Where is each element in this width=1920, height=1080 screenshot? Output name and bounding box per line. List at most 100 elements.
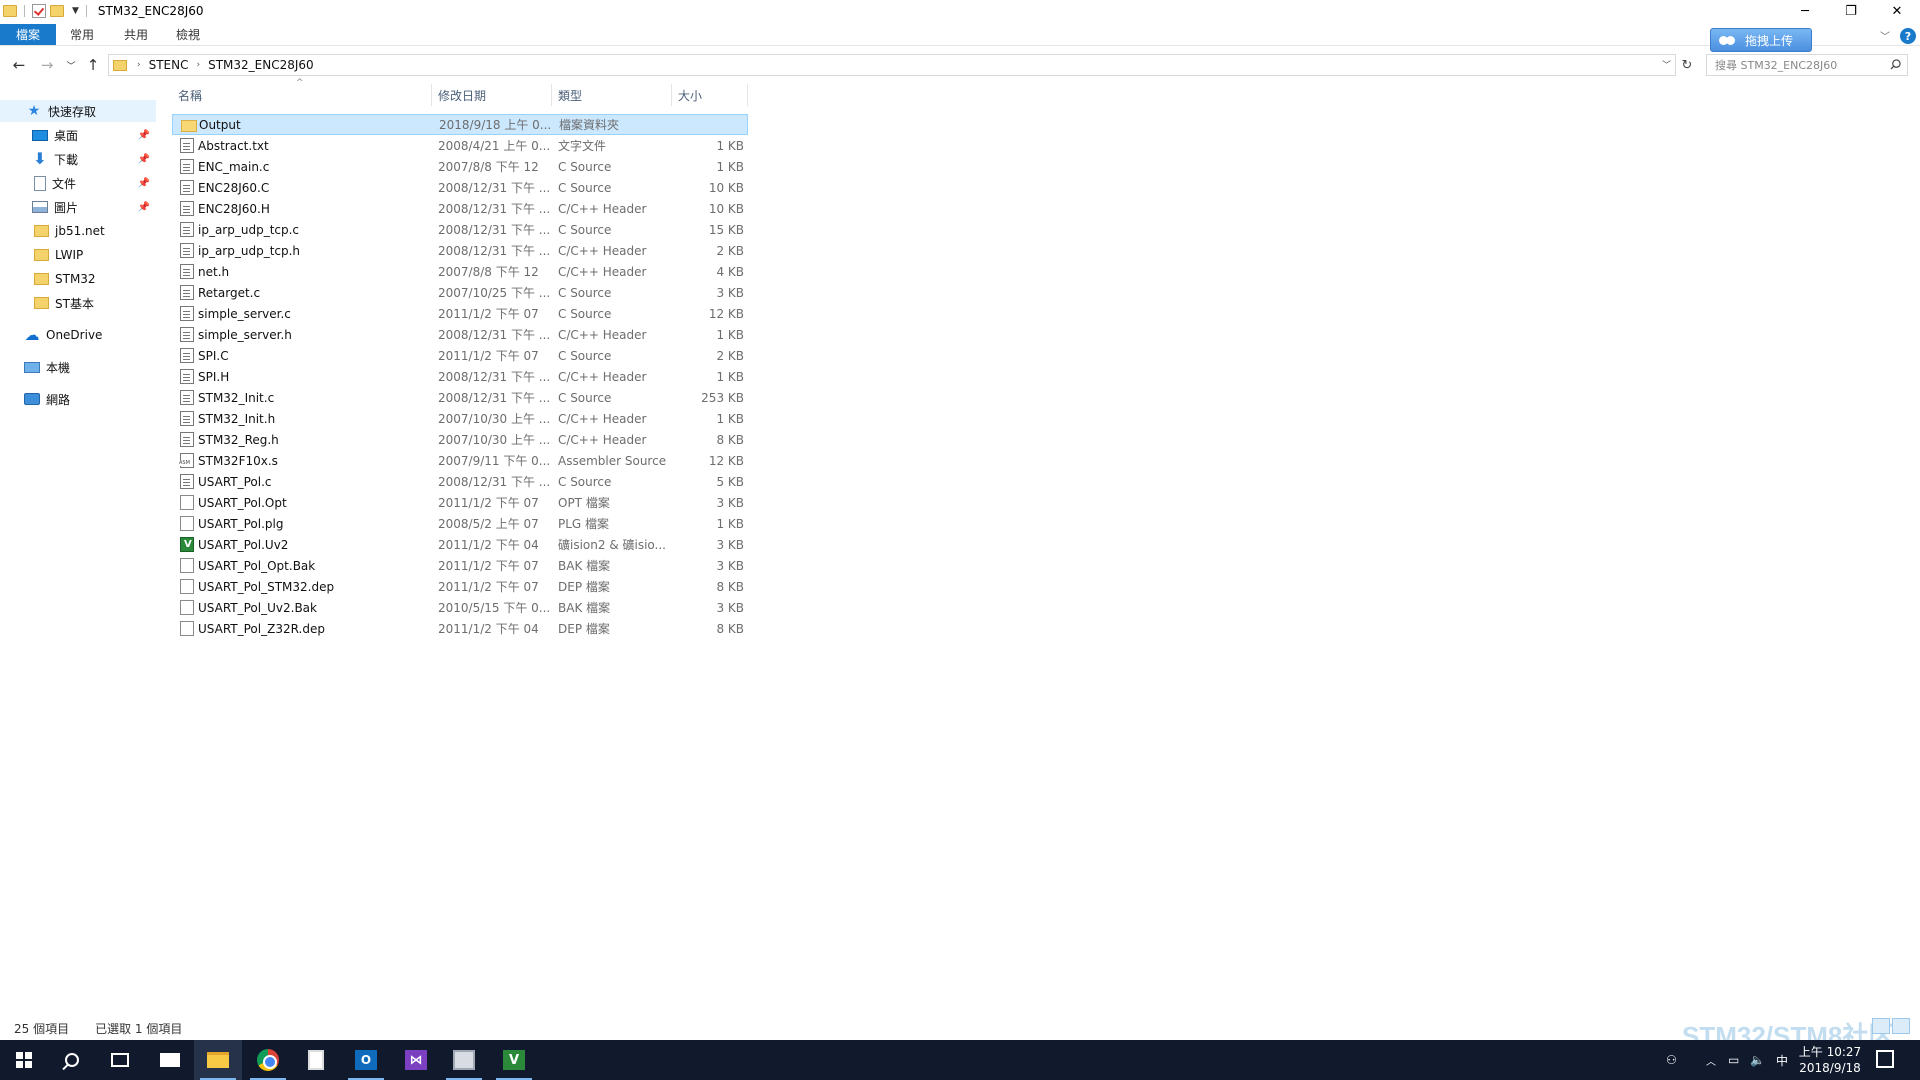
- taskbar-keil-uvision[interactable]: V: [490, 1040, 538, 1080]
- forward-arrow-icon[interactable]: →: [36, 54, 58, 76]
- file-row[interactable]: STM32_Init.h 2007/10/30 上午 ... C/C++ Heade…: [172, 408, 748, 429]
- chevron-right-icon[interactable]: ›: [137, 60, 141, 70]
- file-row[interactable]: ENC_main.c 2007/8/8 下午 12 C Source 1 KB: [172, 156, 748, 177]
- nav-network[interactable]: 網路: [0, 388, 156, 410]
- start-button[interactable]: [0, 1040, 48, 1080]
- nav-this-pc[interactable]: 本機: [0, 356, 156, 378]
- notification-center-icon[interactable]: [1876, 1050, 1894, 1068]
- tab-view[interactable]: 檢視: [168, 24, 208, 45]
- minimize-button[interactable]: ─: [1782, 0, 1828, 22]
- column-header-date[interactable]: 修改日期: [432, 84, 552, 106]
- breadcrumb-current[interactable]: STM32_ENC28J60: [208, 58, 314, 72]
- file-row[interactable]: STM32_Init.c 2008/12/31 下午 ... C Source 253…: [172, 387, 748, 408]
- taskbar-visual-studio[interactable]: ⋈: [392, 1040, 440, 1080]
- nav-item-stm32[interactable]: STM32: [0, 268, 156, 290]
- close-button[interactable]: ✕: [1874, 0, 1920, 22]
- chevron-down-icon[interactable]: ﹀: [1662, 58, 1671, 71]
- details-view-icon[interactable]: [1872, 1018, 1890, 1034]
- refresh-icon[interactable]: ↻: [1678, 54, 1696, 76]
- nav-item-jb51[interactable]: jb51.net: [0, 220, 156, 242]
- file-row[interactable]: Abstract.txt 2008/4/21 上午 0... 文字文件 1 KB: [172, 135, 748, 156]
- search-input[interactable]: 搜尋 STM32_ENC28J60: [1706, 54, 1908, 76]
- cloud-upload-button[interactable]: 拖拽上传: [1710, 28, 1812, 52]
- nav-label: LWIP: [55, 248, 84, 262]
- expand-ribbon-icon[interactable]: ﹀: [1880, 28, 1890, 43]
- file-row[interactable]: USART_Pol.plg 2008/5/2 上午 07 PLG 檔案 1 KB: [172, 513, 748, 534]
- tab-share[interactable]: 共用: [116, 24, 156, 45]
- file-row[interactable]: simple_server.h 2008/12/31 下午 ... C/C++ He…: [172, 324, 748, 345]
- new-folder-icon[interactable]: [50, 5, 64, 17]
- taskbar-file-explorer[interactable]: [194, 1040, 242, 1080]
- file-row[interactable]: USART_Pol_Z32R.dep 2011/1/2 下午 04 DEP 檔案 8 …: [172, 618, 748, 639]
- file-row[interactable]: SPI.H 2008/12/31 下午 ... C/C++ Header 1 KB: [172, 366, 748, 387]
- nav-onedrive[interactable]: ☁ OneDrive: [0, 324, 156, 346]
- text-file-icon: [180, 411, 194, 426]
- chevron-right-icon[interactable]: ›: [197, 60, 201, 70]
- nav-item-pictures[interactable]: 圖片 📌: [0, 196, 156, 218]
- nav-quick-access[interactable]: ★ 快速存取: [0, 100, 156, 122]
- taskbar-image-app[interactable]: [440, 1040, 488, 1080]
- help-icon[interactable]: ?: [1900, 28, 1916, 44]
- large-icons-view-icon[interactable]: [1892, 1018, 1910, 1034]
- nav-item-st-basic[interactable]: ST基本: [0, 292, 156, 314]
- file-row[interactable]: ENC28J60.C 2008/12/31 下午 ... C Source 10 KB: [172, 177, 748, 198]
- file-row[interactable]: STM32_Reg.h 2007/10/30 上午 ... C/C++ Header…: [172, 429, 748, 450]
- file-row[interactable]: USART_Pol_Uv2.Bak 2010/5/15 下午 0... BAK 檔案…: [172, 597, 748, 618]
- file-row[interactable]: simple_server.c 2011/1/2 下午 07 C Source 12 …: [172, 303, 748, 324]
- file-date: 2007/8/8 下午 12: [438, 160, 539, 174]
- file-row[interactable]: STM32F10x.s 2007/9/11 下午 0... Assembler So…: [172, 450, 748, 471]
- calculator-icon: [308, 1050, 324, 1070]
- column-header-type[interactable]: 類型: [552, 84, 672, 106]
- taskbar-search-button[interactable]: [48, 1040, 96, 1080]
- file-date: 2008/12/31 下午 ...: [438, 181, 551, 195]
- file-row[interactable]: USART_Pol_Opt.Bak 2011/1/2 下午 07 BAK 檔案 3 K…: [172, 555, 748, 576]
- search-icon[interactable]: [1890, 59, 1901, 70]
- people-icon[interactable]: ⚇: [1666, 1040, 1677, 1080]
- address-bar[interactable]: › STENC › STM32_ENC28J60 ﹀: [108, 54, 1676, 76]
- file-row[interactable]: ip_arp_udp_tcp.c 2008/12/31 下午 ... C Sourc…: [172, 219, 748, 240]
- nav-item-downloads[interactable]: ⬇ 下載 📌: [0, 148, 156, 170]
- tab-home[interactable]: 常用: [62, 24, 102, 45]
- taskbar-calculator[interactable]: [292, 1040, 340, 1080]
- recent-locations-chevron-icon[interactable]: ﹀: [60, 54, 82, 76]
- file-row[interactable]: Output 2018/9/18 上午 0... 檔案資料夾: [172, 114, 748, 135]
- customize-toolbar-icon[interactable]: ▼: [72, 6, 79, 16]
- file-size: 3 KB: [716, 495, 744, 510]
- file-row[interactable]: USART_Pol_STM32.dep 2011/1/2 下午 07 DEP 檔案 8…: [172, 576, 748, 597]
- tab-file[interactable]: 檔案: [0, 24, 56, 45]
- file-name: ENC28J60.H: [198, 201, 270, 216]
- nav-item-documents[interactable]: 文件 📌: [0, 172, 156, 194]
- show-hidden-icons-chevron-icon[interactable]: ︿: [1706, 1040, 1716, 1080]
- task-view-button[interactable]: [96, 1040, 144, 1080]
- taskbar-mail[interactable]: [146, 1040, 194, 1080]
- up-arrow-icon[interactable]: ↑: [82, 54, 104, 76]
- file-row[interactable]: net.h 2007/8/8 下午 12 C/C++ Header 4 KB: [172, 261, 748, 282]
- back-arrow-icon[interactable]: ←: [8, 54, 30, 76]
- address-row: ← → ﹀ ↑ › STENC › STM32_ENC28J60 ﹀ ↻ 搜尋 …: [0, 50, 1920, 80]
- file-row[interactable]: ENC28J60.H 2008/12/31 下午 ... C/C++ Header 1…: [172, 198, 748, 219]
- pin-icon: 📌: [137, 129, 150, 141]
- file-row[interactable]: USART_Pol.c 2008/12/31 下午 ... C Source 5 KB: [172, 471, 748, 492]
- file-row[interactable]: USART_Pol.Uv2 2011/1/2 下午 04 礦ision2 & 礦is…: [172, 534, 748, 555]
- properties-icon[interactable]: [32, 4, 46, 18]
- file-row[interactable]: ip_arp_udp_tcp.h 2008/12/31 下午 ... C/C++ H…: [172, 240, 748, 261]
- mail-icon: [160, 1053, 180, 1067]
- clock[interactable]: 上午 10:27 2018/9/18: [1795, 1044, 1865, 1076]
- text-file-icon: [180, 243, 194, 258]
- nav-item-desktop[interactable]: 桌面 📌: [0, 124, 156, 146]
- ime-indicator[interactable]: 中: [1776, 1040, 1788, 1080]
- volume-icon[interactable]: 🔈: [1750, 1040, 1765, 1080]
- column-header-size[interactable]: 大小: [672, 84, 748, 106]
- taskbar-outlook[interactable]: O: [342, 1040, 390, 1080]
- taskbar-chrome[interactable]: [244, 1040, 292, 1080]
- file-row[interactable]: SPI.C 2011/1/2 下午 07 C Source 2 KB: [172, 345, 748, 366]
- restore-button[interactable]: ❐: [1828, 0, 1874, 22]
- breadcrumb-stenc[interactable]: STENC: [149, 58, 189, 72]
- text-file-icon: [180, 432, 194, 447]
- file-size: 3 KB: [716, 537, 744, 552]
- file-row[interactable]: USART_Pol.Opt 2011/1/2 下午 07 OPT 檔案 3 KB: [172, 492, 748, 513]
- nav-item-lwip[interactable]: LWIP: [0, 244, 156, 266]
- file-row[interactable]: Retarget.c 2007/10/25 下午 ... C Source 3 KB: [172, 282, 748, 303]
- network-tray-icon[interactable]: ▭: [1728, 1040, 1739, 1080]
- text-file-icon: [180, 348, 194, 363]
